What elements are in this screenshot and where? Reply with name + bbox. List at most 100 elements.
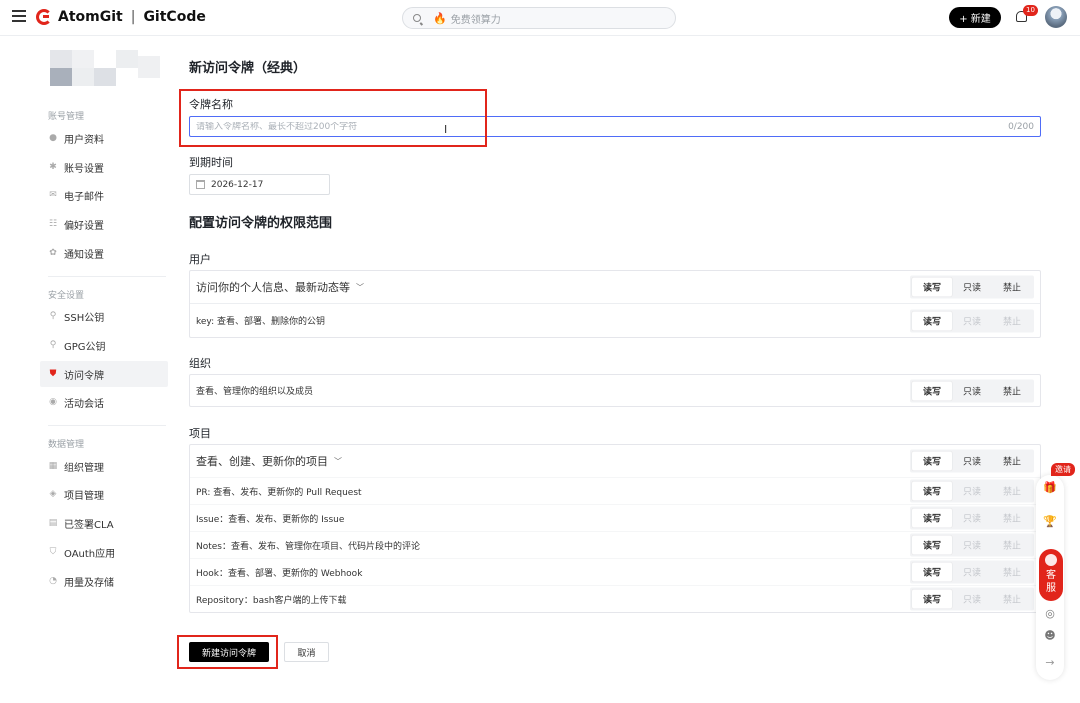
option-forbid: 禁止 (1002, 541, 1021, 552)
chevron-down-icon[interactable]: ﹀ (334, 456, 342, 467)
scope-title: 配置访问令牌的权限范围 (189, 216, 333, 231)
smile-icon[interactable]: ☻ (1043, 629, 1057, 643)
sidebar-item-orgs[interactable]: ▦ 组织管理 (40, 453, 168, 479)
option-read-write[interactable]: 读写 (912, 508, 952, 528)
calendar-icon (196, 180, 205, 189)
user-icon: ● (49, 133, 57, 143)
mail-icon: ✉ (49, 190, 57, 200)
key-icon: ⚲ (49, 311, 57, 321)
sidebar-item-label: 已签署CLA (64, 519, 114, 531)
compass-icon[interactable]: ◎ (1043, 607, 1057, 621)
permission-selector: 读写 只读 禁止 (910, 379, 1034, 402)
sidebar-item-label: 用量及存储 (64, 577, 114, 589)
scope-row: PR: 查看、发布、更新你的 Pull Request 读写 只读 禁止 (190, 477, 1040, 504)
shield-icon: ⛉ (49, 547, 57, 557)
option-read-only[interactable]: 只读 (952, 278, 992, 297)
sidebar-item-preferences[interactable]: ☷ 偏好设置 (40, 211, 168, 237)
option-forbid[interactable]: 禁止 (992, 381, 1032, 400)
option-read-only: 只读 (962, 568, 981, 579)
chevron-down-icon[interactable]: ﹀ (356, 282, 364, 293)
shield-icon: ⛊ (49, 369, 57, 379)
customer-service-button[interactable]: 客 服 (1039, 549, 1063, 601)
sidebar-item-label: 项目管理 (64, 490, 104, 502)
invite-badge[interactable]: 邀请 (1051, 463, 1075, 476)
permission-selector: 读写 只读 禁止 (910, 449, 1034, 473)
sidebar-group-data: 数据管理 (48, 440, 85, 450)
scope-row: Issue：查看、发布、更新你的 Issue 读写 只读 禁止 (190, 504, 1040, 531)
new-button[interactable]: + 新建 (949, 7, 1001, 28)
page-title: 新访问令牌（经典） (189, 61, 307, 76)
sidebar-item-label: OAuth应用 (64, 548, 116, 560)
sidebar-item-gpg-keys[interactable]: ⚲ GPG公钥 (40, 332, 168, 358)
sliders-icon: ☷ (48, 219, 58, 229)
option-read-write[interactable]: 读写 (912, 277, 952, 297)
menu-icon[interactable] (12, 10, 26, 24)
arrow-right-icon[interactable]: → (1043, 656, 1057, 670)
sidebar-item-cla[interactable]: ▤ 已签署CLA (40, 510, 168, 536)
permission-selector: 读写 只读 禁止 (910, 560, 1034, 584)
scope-row-text: Repository：bash客户端的上传下载 (196, 595, 347, 606)
gift-icon[interactable]: 🎁 (1043, 481, 1057, 495)
option-forbid[interactable]: 禁止 (992, 278, 1032, 297)
option-read-only[interactable]: 只读 (952, 381, 992, 400)
sidebar-item-label: 账号设置 (64, 163, 104, 175)
sidebar-item-oauth[interactable]: ⛉ OAuth应用 (40, 539, 168, 565)
option-read-only[interactable]: 只读 (952, 452, 992, 471)
option-forbid: 禁止 (1002, 595, 1021, 606)
building-icon: ▦ (48, 461, 58, 471)
option-read-write[interactable]: 读写 (912, 535, 952, 555)
permission-selector: 读写 只读 禁止 (910, 309, 1034, 332)
trophy-icon[interactable]: 🏆 (1043, 515, 1057, 529)
option-read-write[interactable]: 读写 (912, 562, 952, 582)
scope-row-text: Hook：查看、部署、更新你的 Webhook (196, 568, 363, 579)
create-token-button[interactable]: 新建访问令牌 (189, 642, 269, 662)
option-read-write[interactable]: 读写 (912, 451, 952, 471)
scope-box-user: 访问你的个人信息、最新动态等 ﹀ 读写 只读 禁止 key: 查看、部署、删除你的… (189, 270, 1041, 338)
search-placeholder: 免费领算力 (450, 14, 501, 26)
sidebar-item-account-settings[interactable]: ✱ 账号设置 (40, 154, 168, 180)
sidebar-item-sessions[interactable]: ◉ 活动会话 (40, 389, 168, 415)
sidebar-item-profile[interactable]: ● 用户资料 (40, 125, 168, 151)
sidebar-item-ssh-keys[interactable]: ⚲ SSH公钥 (40, 303, 168, 329)
option-read-only: 只读 (962, 595, 981, 606)
brand-name: AtomGit (58, 9, 123, 25)
permission-selector: 读写 只读 禁止 (910, 533, 1034, 557)
option-read-write[interactable]: 读写 (912, 381, 952, 400)
cancel-button[interactable]: 取消 (284, 642, 329, 662)
sidebar-item-label: 偏好设置 (64, 220, 104, 232)
sidebar-item-usage[interactable]: ◔ 用量及存储 (40, 568, 168, 594)
scope-row-head[interactable]: 访问你的个人信息、最新动态等 ﹀ 读写 只读 禁止 (190, 271, 1040, 303)
fire-icon: 🔥 (433, 11, 447, 25)
scope-row-text: PR: 查看、发布、更新你的 Pull Request (196, 487, 362, 498)
option-read-write[interactable]: 读写 (912, 589, 952, 609)
option-read-only: 只读 (962, 317, 981, 327)
sidebar-item-label: GPG公钥 (64, 341, 106, 353)
user-avatar[interactable] (1045, 6, 1067, 28)
permission-selector: 读写 只读 禁止 (910, 479, 1034, 503)
permission-selector: 读写 只读 禁止 (910, 275, 1034, 299)
search-box[interactable]: 🔥 免费领算力 (402, 7, 676, 29)
customer-service-label: 客 服 (1046, 570, 1056, 594)
atomgit-logo-icon (36, 9, 52, 25)
option-forbid[interactable]: 禁止 (992, 452, 1032, 471)
broadcast-icon: ◉ (49, 397, 57, 407)
expire-date-picker[interactable]: 2026-12-17 (189, 174, 330, 195)
sidebar-item-notifications[interactable]: ✿ 通知设置 (40, 240, 168, 266)
expire-label: 到期时间 (189, 156, 233, 169)
option-forbid: 禁止 (1002, 568, 1021, 579)
scope-row-head[interactable]: 查看、创建、更新你的项目 ﹀ 读写 只读 禁止 (190, 445, 1040, 477)
sidebar-group-account: 账号管理 (48, 112, 85, 122)
scope-box-org: 查看、管理你的组织以及成员 读写 只读 禁止 (189, 374, 1041, 407)
search-icon (413, 14, 421, 22)
scope-row: Repository：bash客户端的上传下载 读写 只读 禁止 (190, 585, 1040, 612)
option-read-only: 只读 (962, 487, 981, 498)
option-read-write[interactable]: 读写 (912, 311, 952, 330)
option-read-write[interactable]: 读写 (912, 481, 952, 501)
permission-selector: 读写 只读 禁止 (910, 506, 1034, 530)
sidebar-item-access-tokens[interactable]: ⛊ 访问令牌 (40, 361, 168, 387)
sidebar-item-email[interactable]: ✉ 电子邮件 (40, 182, 168, 208)
document-icon: ▤ (48, 518, 58, 528)
logo[interactable]: AtomGit | GitCode (36, 9, 206, 25)
sidebar-item-projects[interactable]: ◈ 项目管理 (40, 481, 168, 507)
expire-date-value: 2026-12-17 (211, 179, 264, 190)
